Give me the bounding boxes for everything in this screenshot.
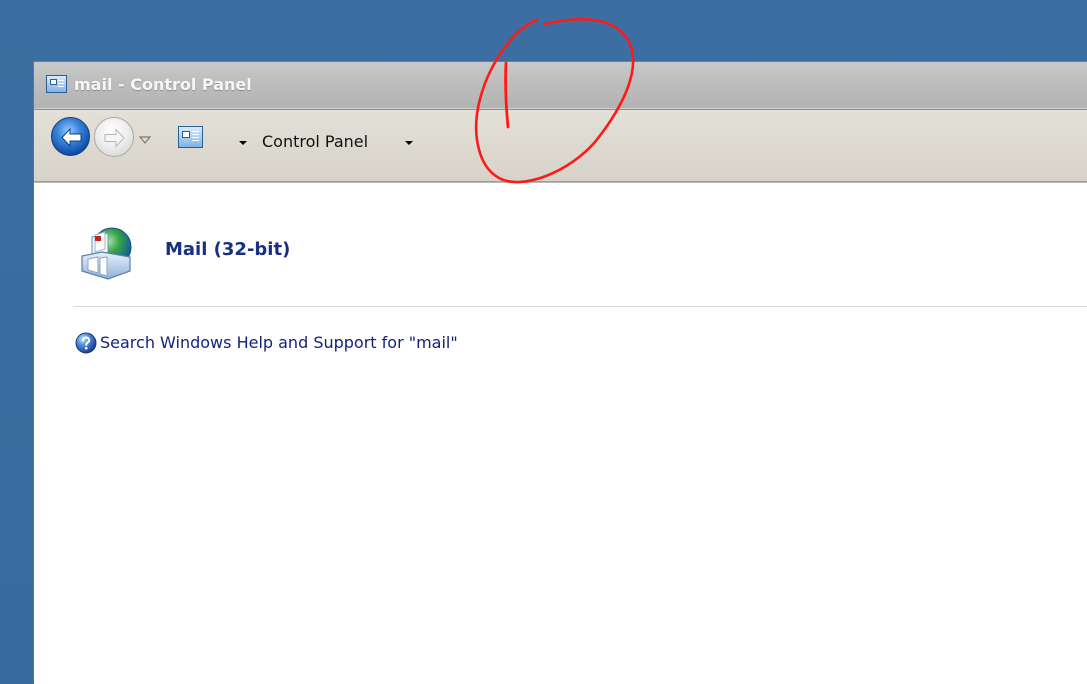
breadcrumb-dropdown-icon[interactable] — [405, 141, 413, 145]
breadcrumb-root-dropdown-icon[interactable] — [239, 141, 247, 145]
back-button[interactable] — [51, 117, 90, 156]
breadcrumb-control-panel[interactable]: Control Panel — [262, 132, 368, 151]
content-pane: Mail (32-bit) Search Windows Help and Su… — [34, 182, 1087, 684]
divider — [73, 306, 1087, 307]
control-panel-window: mail - Control Panel Control Panel Mail … — [33, 61, 1087, 684]
forward-arrow-icon — [104, 128, 125, 148]
window-title: mail - Control Panel — [74, 75, 252, 94]
navigation-bar: Control Panel — [34, 109, 1087, 182]
back-arrow-icon — [61, 127, 82, 148]
mail-icon[interactable] — [74, 221, 138, 293]
help-icon[interactable] — [75, 332, 97, 354]
control-panel-icon — [46, 75, 67, 93]
location-control-panel-icon — [178, 126, 203, 148]
chevron-down-icon[interactable] — [139, 135, 151, 145]
mail-32bit-link[interactable]: Mail (32-bit) — [165, 239, 290, 260]
title-bar[interactable]: mail - Control Panel — [34, 62, 1087, 108]
forward-button[interactable] — [94, 117, 134, 157]
help-support-link[interactable]: Search Windows Help and Support for "mai… — [100, 333, 458, 352]
